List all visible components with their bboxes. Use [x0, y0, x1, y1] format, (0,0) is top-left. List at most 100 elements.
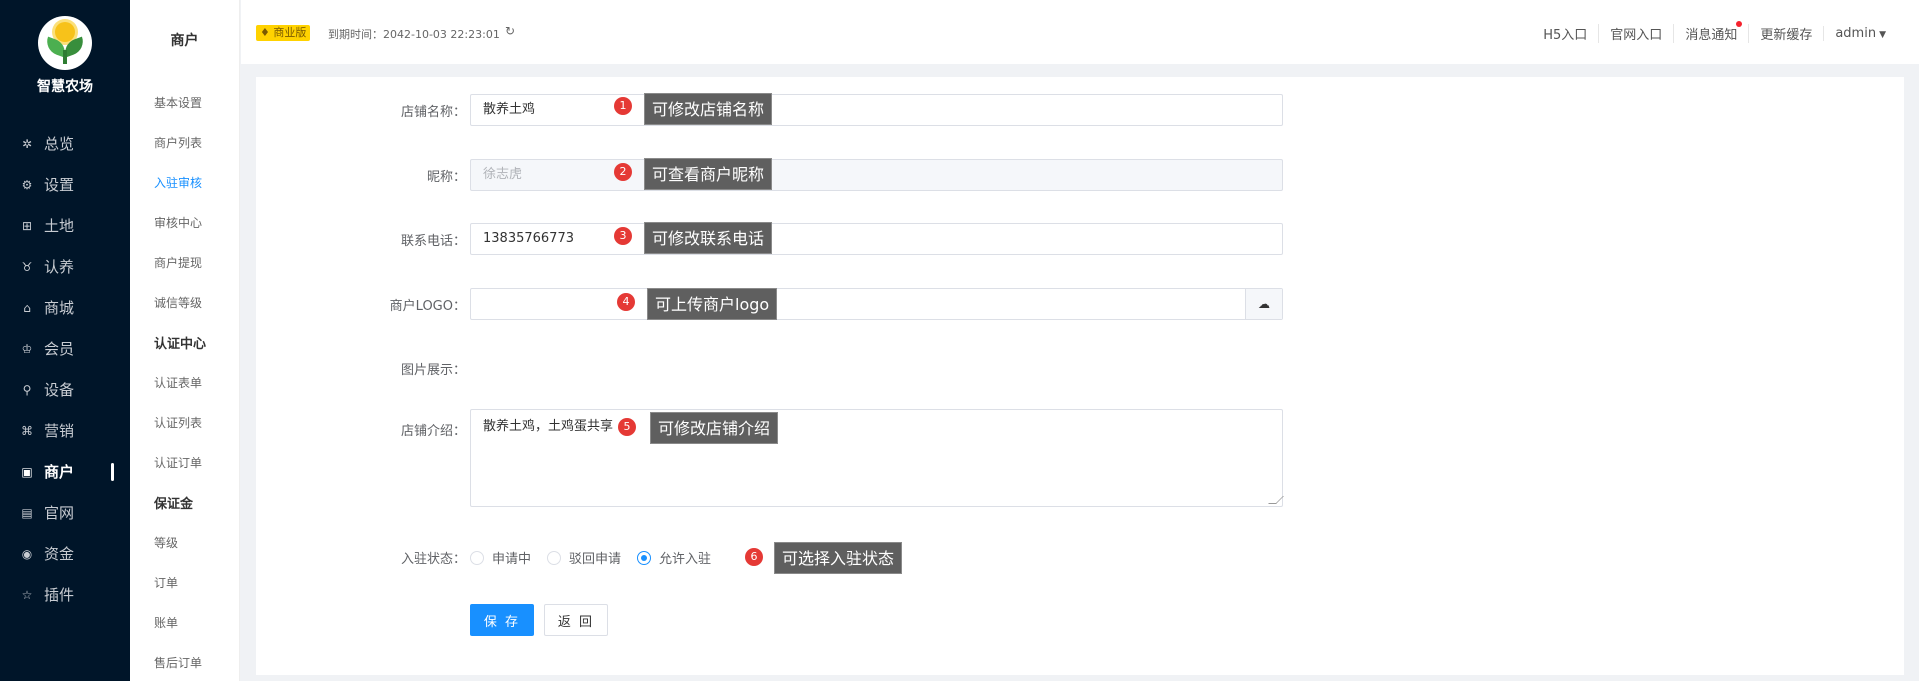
- refresh-icon[interactable]: ↻: [505, 24, 515, 38]
- sidebar-item-label: 认养: [44, 258, 75, 276]
- header-links: H5入口 官网入口 消息通知 更新缓存 admin ▼: [1532, 21, 1897, 43]
- sidebar-item-6[interactable]: ⚲ 设备: [0, 369, 130, 410]
- callout-marker-1: 1: [614, 97, 632, 115]
- resize-handle-icon[interactable]: [1268, 496, 1284, 504]
- sidebar-item-label: 会员: [44, 340, 75, 358]
- caret-down-icon: ▼: [1879, 30, 1886, 40]
- website-entry-link[interactable]: 官网入口: [1598, 24, 1673, 43]
- sidebar-item-label: 设置: [44, 176, 75, 194]
- intro-textarea[interactable]: 散养土鸡，土鸡蛋共享: [470, 409, 1284, 507]
- logo-label: 商户LOGO：: [389, 299, 466, 314]
- sidebar-item-9[interactable]: ▤ 官网: [0, 492, 130, 533]
- sub-sidebar-item[interactable]: 售后订单: [130, 642, 240, 681]
- image-display-label: 图片展示：: [400, 363, 466, 378]
- sidebar-item-2[interactable]: ⊞ 土地: [0, 205, 130, 246]
- sidebar-item-label: 商城: [44, 299, 75, 317]
- notifications-link[interactable]: 消息通知: [1673, 21, 1748, 43]
- sidebar-item-label: 商户: [44, 463, 75, 481]
- sub-sidebar-item[interactable]: 诚信等级: [130, 282, 240, 322]
- status-option-applying[interactable]: 申请中: [470, 548, 531, 567]
- sub-sidebar-item[interactable]: 商户列表: [130, 122, 240, 162]
- h5-entry-link[interactable]: H5入口: [1532, 24, 1598, 43]
- plugin-icon: ☆: [21, 587, 33, 602]
- nickname-label: 昵称：: [426, 170, 466, 185]
- user-menu[interactable]: admin ▼: [1823, 26, 1897, 41]
- status-radio-group: 申请中 驳回申请 允许入驻: [470, 548, 727, 567]
- top-header: ♦ 商业版 到期时间：2042-10-03 22:23:01 ↻ H5入口 官网…: [241, 0, 1919, 64]
- sidebar-item-label: 营销: [44, 422, 75, 440]
- sidebar-item-8[interactable]: ▣ 商户: [0, 451, 130, 492]
- callout-marker-6: 6: [745, 548, 763, 566]
- sub-sidebar-item[interactable]: 等级: [130, 522, 240, 562]
- sub-sidebar-item[interactable]: 账单: [130, 602, 240, 642]
- sub-sidebar-item[interactable]: 订单: [130, 562, 240, 602]
- update-cache-link[interactable]: 更新缓存: [1748, 24, 1823, 43]
- shop-icon: ⌂: [23, 300, 31, 315]
- status-option-approved[interactable]: 允许入驻: [637, 548, 711, 567]
- sub-sidebar-title: 商户: [170, 33, 199, 49]
- device-icon: ⚲: [22, 382, 32, 397]
- nickname-input: 徐志虎: [470, 159, 1283, 191]
- radio-icon: [470, 550, 484, 565]
- sidebar-item-3[interactable]: ♉ 认养: [0, 246, 130, 287]
- status-option-rejected[interactable]: 驳回申请: [547, 548, 621, 567]
- callout-marker-2: 2: [614, 163, 632, 181]
- callout-tip-5: 可修改店铺介绍: [650, 412, 779, 444]
- callout-marker-5: 5: [618, 418, 636, 436]
- sidebar-item-4[interactable]: ⌂ 商城: [0, 287, 130, 328]
- callout-marker-4: 4: [617, 293, 635, 311]
- back-button[interactable]: 返 回: [544, 604, 608, 636]
- sub-sidebar: 商户 基本设置 商户列表 入驻审核 审核中心 商户提现 诚信等级 认证中心 认证表单 认证列表认…: [130, 0, 240, 681]
- main-sidebar: 智慧农场 ✲ 总览 ⚙ 设置 ⊞ 土地 ♉ 认养 ⌂ 商城 ♔ 会员 ⚲ 设备 ⌘ 营销 ▣ 商户 ▤ 官网 ◉ 资金 ☆ 插…: [0, 0, 130, 681]
- sidebar-item-label: 官网: [44, 504, 75, 522]
- sub-sidebar-item[interactable]: 商户提现: [130, 242, 240, 282]
- logo-input[interactable]: ☁: [470, 288, 1283, 320]
- sidebar-item-7[interactable]: ⌘ 营销: [0, 410, 130, 451]
- sidebar-item-label: 资金: [44, 545, 75, 563]
- sub-sidebar-item[interactable]: 认证列表: [130, 402, 240, 442]
- intro-label: 店铺介绍：: [400, 424, 466, 439]
- expire-time: 到期时间：2042-10-03 22:23:01: [328, 28, 500, 41]
- sidebar-item-5[interactable]: ♔ 会员: [0, 328, 130, 369]
- farm-logo-icon: [38, 16, 92, 70]
- notification-dot: [1736, 21, 1743, 27]
- app-logo[interactable]: 智慧农场: [0, 16, 130, 96]
- sidebar-nav: ✲ 总览 ⚙ 设置 ⊞ 土地 ♉ 认养 ⌂ 商城 ♔ 会员 ⚲ 设备 ⌘ 营销 ▣ 商户 ▤ 官网 ◉ 资金 ☆ 插件: [0, 123, 130, 615]
- radio-icon: [547, 550, 562, 565]
- sub-sidebar-item[interactable]: 认证表单: [130, 362, 240, 402]
- phone-input[interactable]: 13835766773: [470, 223, 1283, 255]
- sub-sidebar-item[interactable]: 入驻审核: [130, 162, 240, 202]
- upload-icon[interactable]: ☁: [1245, 289, 1282, 319]
- sidebar-item-1[interactable]: ⚙ 设置: [0, 164, 130, 205]
- sidebar-item-label: 插件: [44, 586, 75, 604]
- store-name-input[interactable]: 散养土鸡: [470, 94, 1283, 126]
- callout-tip-6: 可选择入驻状态: [774, 542, 903, 574]
- callout-marker-3: 3: [614, 227, 632, 245]
- sidebar-item-label: 设备: [44, 381, 75, 399]
- dashboard-icon: ✲: [21, 136, 33, 151]
- member-icon: ♔: [21, 341, 33, 356]
- fund-icon: ◉: [21, 546, 33, 561]
- website-icon: ▤: [21, 505, 33, 520]
- marketing-icon: ⌘: [21, 423, 33, 438]
- callout-tip-1: 可修改店铺名称: [644, 93, 773, 125]
- save-button[interactable]: 保 存: [470, 604, 534, 636]
- radio-checked-icon: [637, 550, 652, 565]
- status-label: 入驻状态：: [400, 552, 466, 567]
- callout-tip-2: 可查看商户昵称: [644, 158, 773, 190]
- sub-sidebar-item[interactable]: 审核中心: [130, 202, 240, 242]
- sidebar-item-0[interactable]: ✲ 总览: [0, 123, 130, 164]
- sidebar-item-label: 土地: [44, 217, 75, 235]
- sidebar-item-11[interactable]: ☆ 插件: [0, 574, 130, 615]
- merchant-edit-panel: 店铺名称： 散养土鸡 昵称： 徐志虎 联系电话： 13835766773 商户L…: [256, 77, 1904, 675]
- sub-sidebar-item[interactable]: 认证订单: [130, 442, 240, 482]
- callout-tip-3: 可修改联系电话: [644, 222, 773, 254]
- phone-label: 联系电话：: [400, 234, 466, 249]
- sidebar-item-10[interactable]: ◉ 资金: [0, 533, 130, 574]
- sub-sidebar-item[interactable]: 基本设置: [130, 82, 240, 122]
- callout-tip-4: 可上传商户logo: [647, 288, 778, 320]
- store-name-label: 店铺名称：: [400, 105, 466, 120]
- sub-sidebar-list: 基本设置 商户列表 入驻审核 审核中心 商户提现 诚信等级 认证中心 认证表单 认证列表 认证订单…: [130, 82, 240, 681]
- adopt-icon: ♉: [21, 259, 33, 274]
- app-name: 智慧农场: [37, 79, 93, 95]
